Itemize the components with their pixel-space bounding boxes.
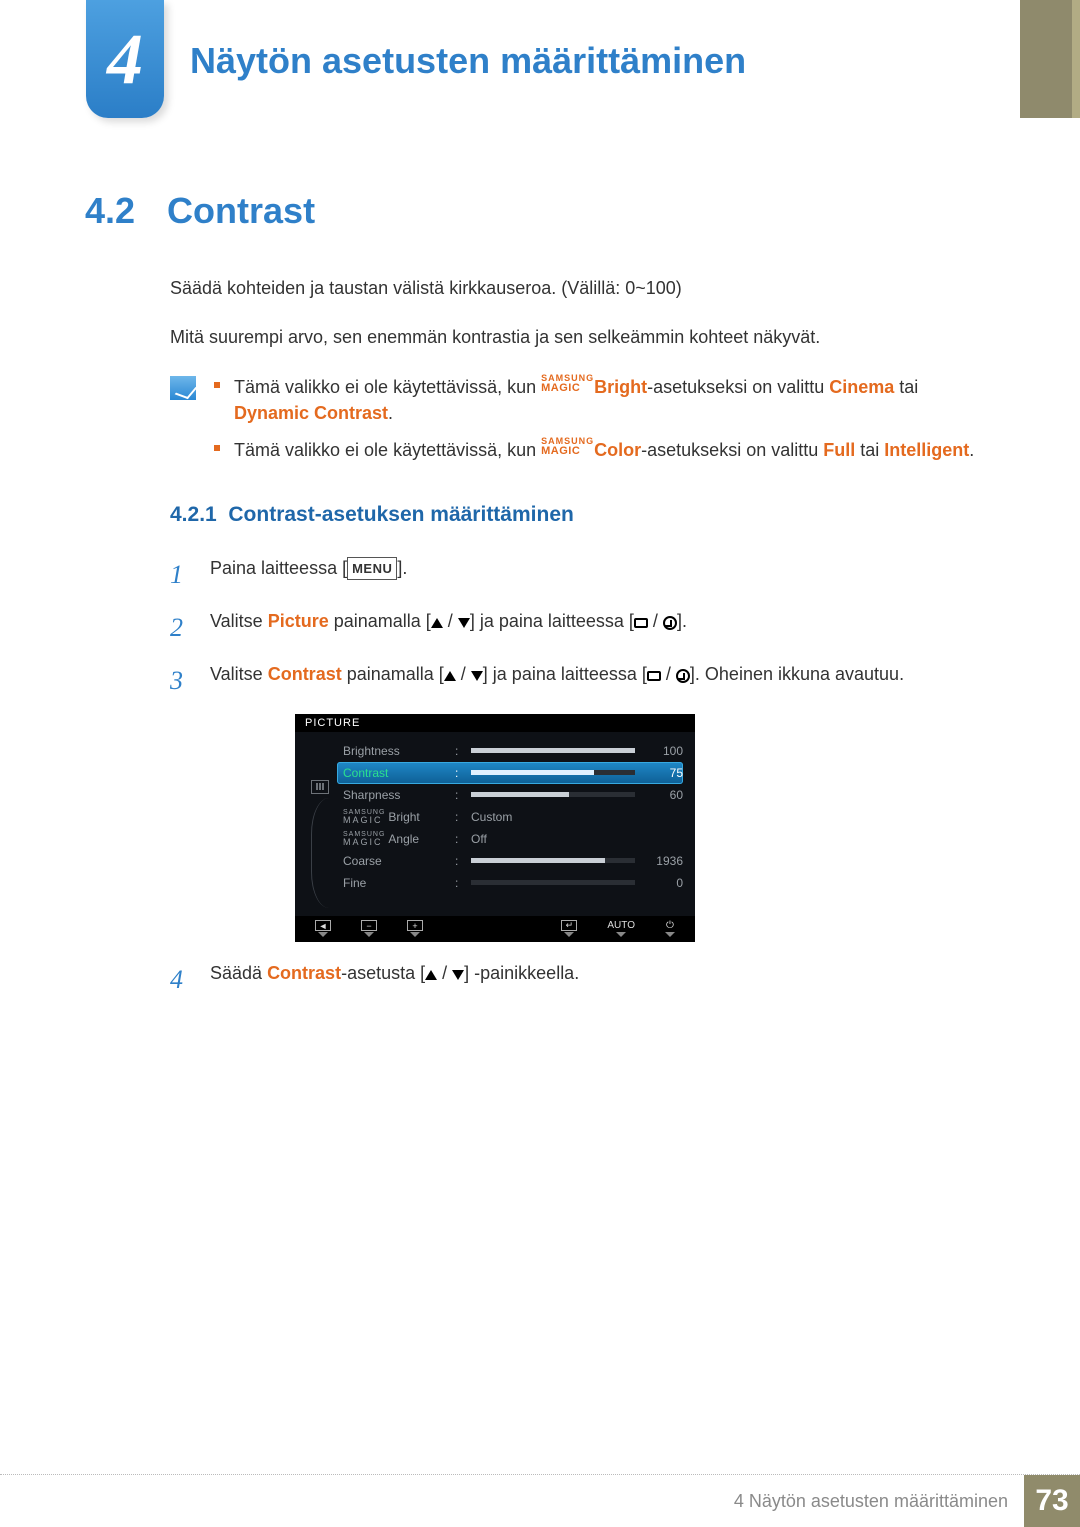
osd-slider-contrast bbox=[471, 770, 635, 775]
osd-slider-coarse bbox=[471, 858, 635, 863]
enter-icon bbox=[676, 669, 690, 683]
osd-row-sharpness: Sharpness : 60 bbox=[337, 784, 683, 806]
osd-category-icon bbox=[311, 780, 329, 794]
section-title: Contrast bbox=[167, 190, 315, 232]
osd-row-coarse: Coarse : 1936 bbox=[337, 850, 683, 872]
step-text: Valitse Contrast painamalla [ / ] ja pai… bbox=[210, 661, 904, 688]
page-footer: 4 Näytön asetusten määrittäminen 73 bbox=[718, 1475, 1080, 1527]
step-text: Paina laitteessa [MENU]. bbox=[210, 555, 407, 582]
menu-button-icon: MENU bbox=[347, 557, 397, 581]
osd-row-fine: Fine : 0 bbox=[337, 872, 683, 894]
step-3: 3 Valitse Contrast painamalla [ / ] ja p… bbox=[170, 661, 985, 700]
section-number: 4.2 bbox=[85, 190, 135, 232]
footer-chapter-ref: 4 Näytön asetusten määrittäminen bbox=[718, 1475, 1024, 1527]
up-arrow-icon bbox=[431, 618, 443, 628]
osd-title: PICTURE bbox=[295, 714, 695, 732]
step-number: 4 bbox=[170, 960, 192, 999]
down-arrow-icon bbox=[452, 970, 464, 980]
chapter-tab: 4 bbox=[86, 0, 164, 118]
step-2: 2 Valitse Picture painamalla [ / ] ja pa… bbox=[170, 608, 985, 647]
note-icon bbox=[170, 376, 196, 400]
osd-btn-enter: ↵ bbox=[561, 920, 577, 937]
osd-btn-auto: AUTO bbox=[607, 920, 635, 937]
step-number: 1 bbox=[170, 555, 192, 594]
paragraph-1: Säädä kohteiden ja taustan välistä kirkk… bbox=[170, 276, 985, 301]
page-number: 73 bbox=[1024, 1475, 1080, 1527]
step-number: 3 bbox=[170, 661, 192, 700]
osd-slider-sharpness bbox=[471, 792, 635, 797]
chapter-number: 4 bbox=[107, 18, 143, 101]
content-area: 4.2 Contrast Säädä kohteiden ja taustan … bbox=[85, 190, 985, 1013]
osd-slider-brightness bbox=[471, 748, 635, 753]
osd-row-magic-angle: SAMSUNGMAGIC Angle : Off bbox=[337, 828, 683, 850]
paragraph-2: Mitä suurempi arvo, sen enemmän kontrast… bbox=[170, 325, 985, 350]
osd-screenshot: PICTURE Brightness : 100 Contrast : 75 bbox=[295, 714, 695, 942]
osd-btn-back: ◄ bbox=[315, 920, 331, 937]
osd-btn-minus: − bbox=[361, 920, 377, 937]
enter-icon bbox=[663, 616, 677, 630]
osd-footer: ◄ − + ↵ AUTO ⏻ bbox=[295, 916, 695, 942]
step-text: Säädä Contrast-asetusta [ / ] -painikkee… bbox=[210, 960, 579, 987]
osd-row-contrast: Contrast : 75 bbox=[337, 762, 683, 784]
samsung-magic-label: SAMSUNGMAGIC bbox=[541, 374, 594, 394]
chapter-title: Näytön asetusten määrittäminen bbox=[190, 40, 746, 82]
samsung-magic-label: SAMSUNGMAGIC bbox=[541, 437, 594, 457]
osd-btn-power: ⏻ bbox=[665, 920, 675, 937]
up-arrow-icon bbox=[444, 671, 456, 681]
down-arrow-icon bbox=[458, 618, 470, 628]
down-arrow-icon bbox=[471, 671, 483, 681]
osd-slider-fine bbox=[471, 880, 635, 885]
osd-btn-plus: + bbox=[407, 920, 423, 937]
note-item-2: Tämä valikko ei ole käytettävissä, kun S… bbox=[214, 437, 985, 463]
subsection-heading: 4.2.1 Contrast-asetuksen määrittäminen bbox=[170, 503, 985, 527]
side-accent-bar bbox=[1020, 0, 1080, 118]
step-number: 2 bbox=[170, 608, 192, 647]
note-item-1: Tämä valikko ei ole käytettävissä, kun S… bbox=[214, 374, 985, 426]
osd-row-brightness: Brightness : 100 bbox=[337, 740, 683, 762]
up-arrow-icon bbox=[425, 970, 437, 980]
note-list: Tämä valikko ei ole käytettävissä, kun S… bbox=[214, 374, 985, 472]
step-1: 1 Paina laitteessa [MENU]. bbox=[170, 555, 985, 594]
osd-row-magic-bright: SAMSUNGMAGIC Bright : Custom bbox=[337, 806, 683, 828]
section-heading: 4.2 Contrast bbox=[85, 190, 985, 232]
note-block: Tämä valikko ei ole käytettävissä, kun S… bbox=[170, 374, 985, 472]
step-4: 4 Säädä Contrast-asetusta [ / ] -painikk… bbox=[170, 960, 985, 999]
osd-side-indicator bbox=[303, 740, 337, 908]
source-icon bbox=[647, 671, 661, 681]
step-text: Valitse Picture painamalla [ / ] ja pain… bbox=[210, 608, 687, 635]
source-icon bbox=[634, 618, 648, 628]
